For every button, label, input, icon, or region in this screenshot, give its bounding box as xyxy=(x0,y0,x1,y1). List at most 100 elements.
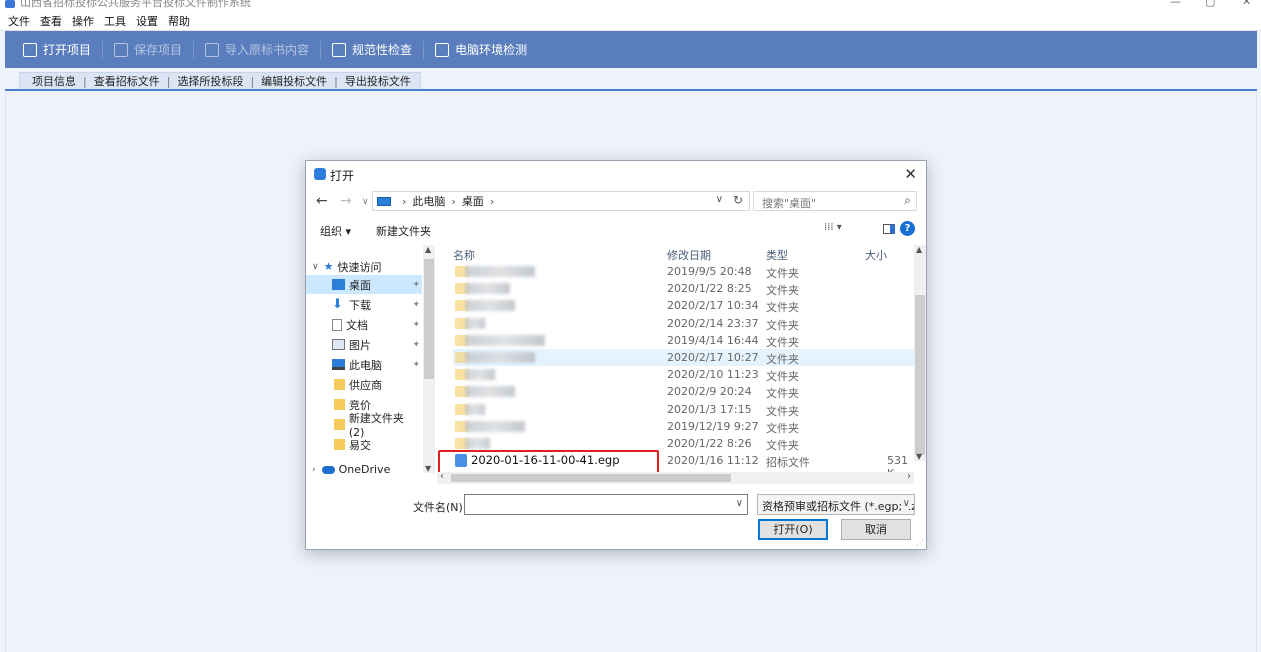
breadcrumb-desktop[interactable]: 桌面 xyxy=(462,193,484,209)
file-modified: 2020/1/3 17:15 xyxy=(667,402,752,416)
column-type[interactable]: 类型 xyxy=(766,247,788,263)
file-type: 文件夹 xyxy=(766,335,799,349)
window-title: 山西省招标投标公共服务平台投标文件制作系统 xyxy=(20,0,251,9)
open-project-button[interactable]: 打开项目 xyxy=(23,41,91,58)
tab-select-section[interactable]: 选择所投标段 xyxy=(177,73,243,89)
file-type-dropdown-icon[interactable]: ∨ xyxy=(902,498,910,509)
file-row[interactable]: 2019/12/19 9:27 文件夹 xyxy=(453,418,915,435)
main-toolbar: 打开项目 保存项目 导入原标书内容 规范性检查 电脑环境检测 xyxy=(5,31,1257,68)
blurred-filename xyxy=(465,352,535,363)
file-row[interactable]: 2020/2/17 10:27 文件夹 xyxy=(453,349,915,366)
tab-edit-bid[interactable]: 编辑投标文件 xyxy=(261,73,327,89)
column-size[interactable]: 大小 xyxy=(865,247,887,263)
file-modified: 2019/9/5 20:48 xyxy=(667,265,752,278)
filename-label: 文件名(N): xyxy=(413,501,467,514)
breadcrumb-this-pc[interactable]: 此电脑 xyxy=(412,193,445,209)
back-arrow-icon[interactable]: ← xyxy=(316,193,328,209)
menu-view[interactable]: 查看 xyxy=(40,13,62,29)
file-type: 文件夹 xyxy=(766,318,799,332)
file-row[interactable]: 2020/2/14 23:37 文件夹 xyxy=(453,315,915,332)
recent-locations-icon[interactable]: ∨ xyxy=(362,197,369,207)
view-options-icon[interactable]: ⁞⁞⁞ ▾ xyxy=(824,222,842,233)
pin-icon: ✦ xyxy=(412,319,420,330)
blurred-filename xyxy=(465,420,525,432)
forward-arrow-icon[interactable]: → xyxy=(340,193,352,209)
column-modified[interactable]: 修改日期 xyxy=(667,247,711,263)
file-row[interactable]: 2020/1/3 17:15 文件夹 xyxy=(453,401,915,418)
nav-desktop[interactable]: 桌面 ✦ xyxy=(306,275,422,294)
nav-this-pc[interactable]: 此电脑 ✦ xyxy=(306,355,422,374)
menu-operate[interactable]: 操作 xyxy=(72,13,94,29)
nav-downloads[interactable]: ⬇ 下载 ✦ xyxy=(306,295,422,314)
menu-settings[interactable]: 设置 xyxy=(136,13,158,29)
column-name[interactable]: 名称 xyxy=(453,247,475,263)
organize-button[interactable]: 组织 ▾ xyxy=(320,223,351,239)
resize-grip[interactable]: ⋰ xyxy=(916,538,924,547)
nav-scroll-thumb[interactable] xyxy=(424,259,434,379)
nav-folder-yijiao[interactable]: 易交 xyxy=(306,435,422,454)
file-modified: 2020/2/17 10:27 xyxy=(667,351,759,364)
cancel-button[interactable]: 取消 xyxy=(841,519,911,540)
address-bar[interactable]: › 此电脑 › 桌面 › ∨ ↻ xyxy=(372,191,750,211)
nav-folder-suppliers[interactable]: 供应商 xyxy=(306,375,422,394)
refresh-icon[interactable]: ↻ xyxy=(733,193,743,207)
close-window-button[interactable]: ✕ xyxy=(1242,0,1251,8)
file-row[interactable]: 2019/9/5 20:48 文件夹 xyxy=(453,263,915,280)
import-original-button[interactable]: 导入原标书内容 xyxy=(205,41,309,58)
toolbar-divider xyxy=(102,40,104,59)
file-type-select[interactable]: 资格预审或招标文件 (*.egp;*.z ∨ xyxy=(757,494,915,515)
save-project-button[interactable]: 保存项目 xyxy=(114,41,182,58)
filename-dropdown-icon[interactable]: ∨ xyxy=(736,498,743,509)
help-icon[interactable]: ? xyxy=(900,221,915,236)
file-modified: 2020/2/17 10:34 xyxy=(667,299,759,313)
maximize-button[interactable]: ▢ xyxy=(1205,0,1215,8)
menu-tools[interactable]: 工具 xyxy=(104,13,126,29)
open-button[interactable]: 打开(O) xyxy=(758,519,828,540)
file-row[interactable]: 2020/2/9 20:24 文件夹 xyxy=(453,383,915,400)
tab-project-info[interactable]: 项目信息 xyxy=(32,73,76,89)
preview-pane-icon[interactable] xyxy=(883,224,895,234)
nav-pictures[interactable]: 图片 ✦ xyxy=(306,335,422,354)
compliance-check-button[interactable]: 规范性检查 xyxy=(332,41,412,58)
file-row[interactable]: 2020/2/10 11:23 文件夹 xyxy=(453,366,915,383)
tab-export-bid[interactable]: 导出投标文件 xyxy=(345,73,411,89)
minimize-button[interactable]: — xyxy=(1170,0,1181,8)
file-vertical-scrollbar[interactable]: ▲ ▼ xyxy=(914,245,926,461)
menu-file[interactable]: 文件 xyxy=(8,13,30,29)
tab-view-tender[interactable]: 查看招标文件 xyxy=(94,73,160,89)
window-titlebar: 山西省招标投标公共服务平台投标文件制作系统 — ▢ ✕ xyxy=(0,0,1261,12)
nav-documents[interactable]: 文档 ✦ xyxy=(306,315,422,334)
blurred-filename xyxy=(465,438,490,449)
pin-icon: ✦ xyxy=(412,299,420,310)
navigation-pane: ∨ ★ 快速访问 桌面 ✦ ⬇ 下载 ✦ 文档 ✦ 图片 ✦ 此电脑 ✦ 供应商… xyxy=(306,245,436,476)
nav-quick-access[interactable]: ∨ ★ 快速访问 xyxy=(312,257,428,276)
nav-folder-new2[interactable]: 新建文件夹 (2) xyxy=(306,412,422,439)
nav-scrollbar[interactable]: ▲ ▼ xyxy=(423,245,435,473)
file-horizontal-scrollbar[interactable]: ‹ › xyxy=(437,471,914,484)
filename-input[interactable]: ∨ xyxy=(464,494,748,515)
file-modified: 2019/12/19 9:27 xyxy=(667,419,759,433)
file-type: 文件夹 xyxy=(766,421,799,435)
save-project-label: 保存项目 xyxy=(134,43,183,57)
file-row[interactable]: 2020/1/22 8:25 文件夹 xyxy=(453,280,915,297)
file-row[interactable]: 2019/4/14 16:44 文件夹 xyxy=(453,332,915,349)
nav-onedrive[interactable]: › OneDrive xyxy=(312,460,428,479)
address-dropdown-icon[interactable]: ∨ xyxy=(716,194,723,205)
menu-help[interactable]: 帮助 xyxy=(168,13,190,29)
picture-icon xyxy=(332,339,345,350)
dialog-close-icon[interactable]: ✕ xyxy=(904,165,917,183)
blurred-filename xyxy=(465,386,515,398)
open-file-dialog: 打开 ✕ ← → ∨ › 此电脑 › 桌面 › ∨ ↻ 搜索"桌面" ⌕ 组织 … xyxy=(305,160,927,550)
blurred-filename xyxy=(465,266,535,277)
search-placeholder: 搜索"桌面" xyxy=(762,197,817,210)
file-modified: 2020/1/22 8:25 xyxy=(667,282,752,296)
file-scroll-thumb[interactable] xyxy=(915,295,925,455)
file-row[interactable]: 2020/2/17 10:34 文件夹 xyxy=(453,297,915,314)
search-input[interactable]: 搜索"桌面" ⌕ xyxy=(753,191,917,211)
folder-icon xyxy=(334,379,345,390)
new-folder-button[interactable]: 新建文件夹 xyxy=(376,223,431,239)
env-check-button[interactable]: 电脑环境检测 xyxy=(435,41,527,58)
search-icon: ⌕ xyxy=(904,193,911,207)
pin-icon: ✦ xyxy=(412,359,420,370)
file-hscroll-thumb[interactable] xyxy=(451,474,731,482)
